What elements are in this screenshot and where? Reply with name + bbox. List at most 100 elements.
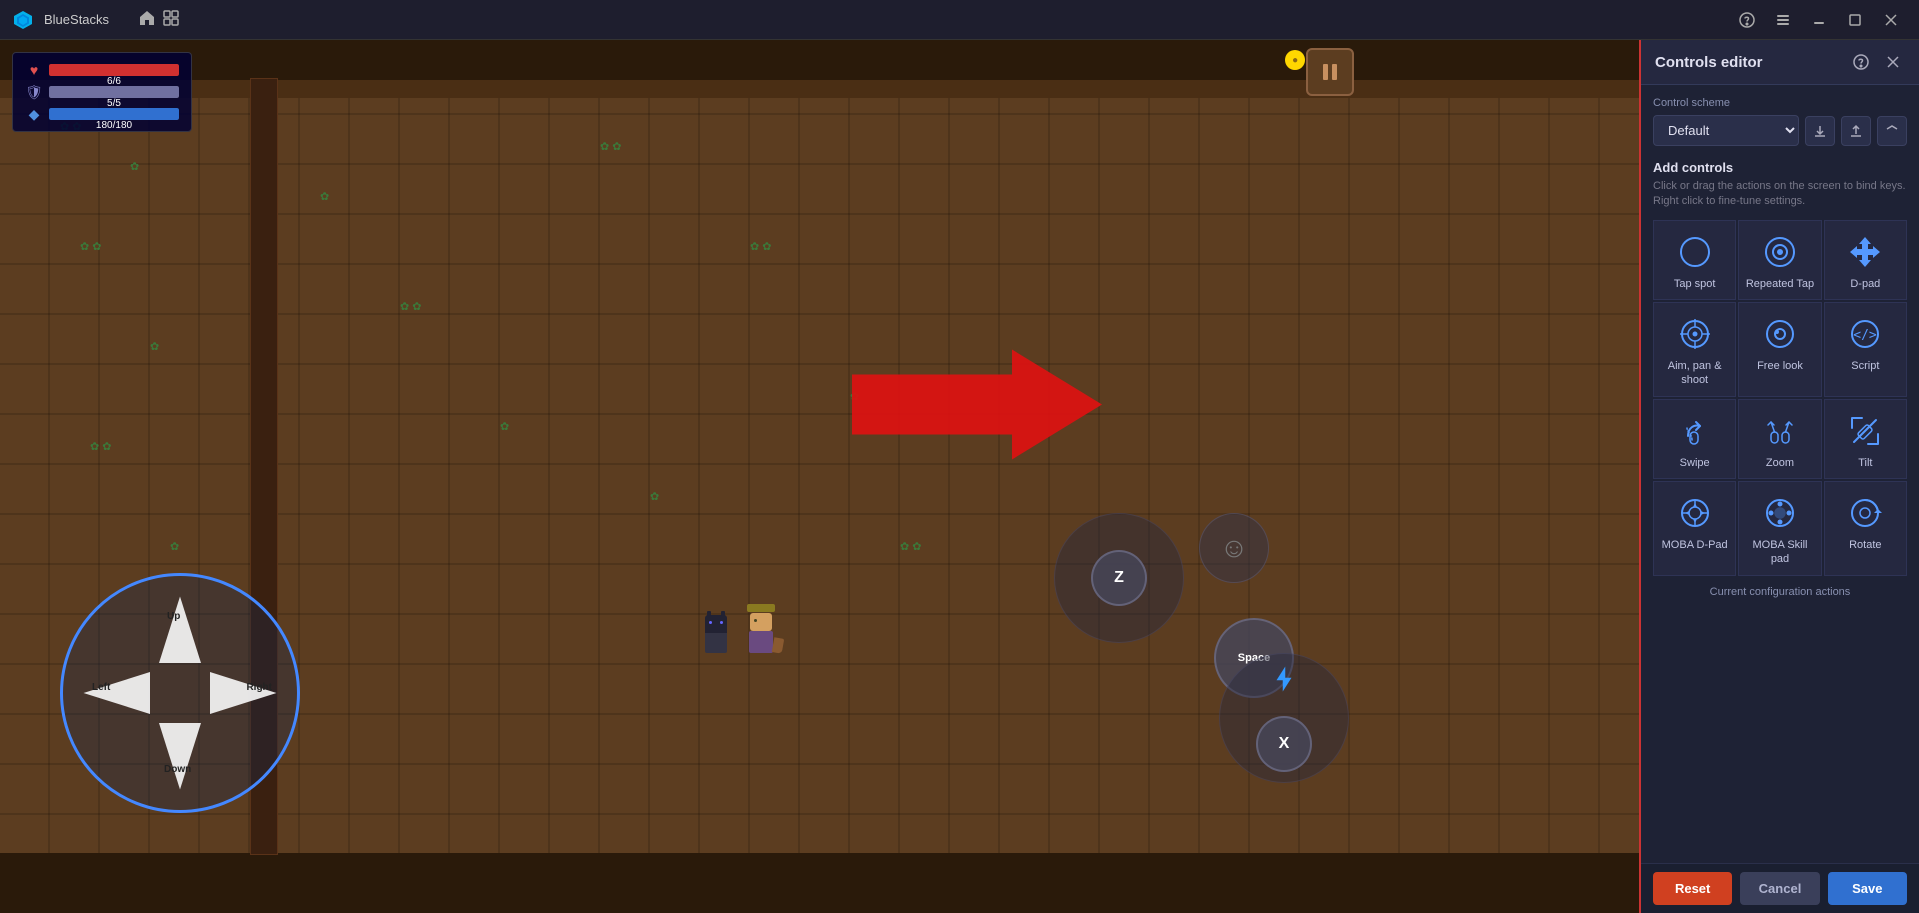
plant-4: ✿ xyxy=(150,340,159,353)
maximize-button[interactable] xyxy=(1839,4,1871,36)
title-bar: BlueStacks xyxy=(0,0,1919,40)
smiley-area[interactable]: ☺ xyxy=(1199,513,1269,583)
main-area: ✿ ✿ ✿ ✿ ✿ ✿ ✿ ✿ ✿ ✿ ✿ ✿ ✿ ✿ ✿ ✿ ✿ ✿ ✿ ✿ … xyxy=(0,40,1919,913)
mana-bar-fill xyxy=(49,108,179,120)
title-bar-left: BlueStacks xyxy=(12,9,1731,31)
controls-panel: Controls editor xyxy=(1639,40,1919,913)
dpad-control[interactable]: Up Down Left Right xyxy=(60,573,300,813)
z-button[interactable]: Z xyxy=(1091,550,1147,606)
panel-title: Controls editor xyxy=(1655,54,1763,71)
plant-7: ✿ xyxy=(320,190,329,203)
panel-header-icons xyxy=(1849,50,1905,74)
shield-bar-wrapper: 5/5 xyxy=(49,86,179,98)
tilt-icon xyxy=(1846,412,1884,450)
panel-header: Controls editor xyxy=(1641,40,1919,85)
x-button[interactable]: X xyxy=(1256,716,1312,772)
control-free-look[interactable]: Free look xyxy=(1738,302,1821,397)
gold-coin-icon: ● xyxy=(1285,50,1305,70)
expand-button[interactable] xyxy=(1877,116,1907,146)
save-button[interactable]: Save xyxy=(1828,872,1907,905)
control-moba-dpad[interactable]: MOBA D-Pad xyxy=(1653,481,1736,576)
export-button[interactable] xyxy=(1841,116,1871,146)
svg-text:</>: </> xyxy=(1854,328,1878,343)
cat-eye-r xyxy=(720,621,723,624)
close-button[interactable] xyxy=(1875,4,1907,36)
control-repeated-tap[interactable]: Repeated Tap xyxy=(1738,220,1821,300)
game-area: ✿ ✿ ✿ ✿ ✿ ✿ ✿ ✿ ✿ ✿ ✿ ✿ ✿ ✿ ✿ ✿ ✿ ✿ ✿ ✿ … xyxy=(0,40,1639,913)
hud-mana-row: ◆ 180/180 xyxy=(25,105,179,123)
add-controls-desc: Click or drag the actions on the screen … xyxy=(1653,179,1907,210)
z-outer-ring: Z xyxy=(1054,513,1184,643)
control-rotate[interactable]: Rotate xyxy=(1824,481,1907,576)
control-dpad[interactable]: D-pad xyxy=(1824,220,1907,300)
script-label: Script xyxy=(1851,359,1879,373)
red-arrow xyxy=(852,344,1102,469)
panel-close-button[interactable] xyxy=(1881,50,1905,74)
player-body xyxy=(749,631,773,653)
help-button[interactable] xyxy=(1731,4,1763,36)
swipe-icon xyxy=(1676,412,1714,450)
bluestacks-logo-icon xyxy=(12,9,34,31)
free-look-label: Free look xyxy=(1757,359,1803,373)
cat-character xyxy=(705,615,727,653)
add-controls-section: Add controls Click or drag the actions o… xyxy=(1653,160,1907,210)
hp-bar-wrapper: 6/6 xyxy=(49,64,179,76)
hud-hp-row: ♥ 6/6 xyxy=(25,61,179,79)
plant-10: ✿ ✿ xyxy=(600,140,622,153)
game-hud: ♥ 6/6 🛡 5/5 ◆ xyxy=(12,52,192,132)
z-button-area[interactable]: Z xyxy=(1054,513,1184,643)
grid-icon[interactable] xyxy=(163,10,179,29)
hp-bar-fill xyxy=(49,64,179,76)
control-tilt[interactable]: Tilt xyxy=(1824,399,1907,479)
plant-3: ✿ ✿ xyxy=(80,240,102,253)
panel-body: Control scheme Default xyxy=(1641,85,1919,863)
mana-icon: ◆ xyxy=(25,105,43,123)
x-outer-ring: X xyxy=(1219,653,1349,783)
rotate-icon xyxy=(1846,494,1884,532)
lightning-icon xyxy=(1269,664,1299,699)
menu-button[interactable] xyxy=(1767,4,1799,36)
plant-2: ✿ xyxy=(130,160,139,173)
cancel-button[interactable]: Cancel xyxy=(1740,872,1819,905)
import-button[interactable] xyxy=(1805,116,1835,146)
panel-footer: Reset Cancel Save xyxy=(1641,863,1919,913)
arrow-svg xyxy=(852,344,1102,464)
smiley-button[interactable]: ☺ xyxy=(1199,513,1269,583)
player-eye xyxy=(754,619,757,622)
characters-area xyxy=(705,604,775,653)
player-character xyxy=(747,604,775,653)
pause-button[interactable] xyxy=(1306,48,1354,96)
plant-12: ✿ ✿ xyxy=(750,240,772,253)
mana-bar-bg xyxy=(49,108,179,120)
title-bar-icons xyxy=(139,10,179,29)
zoom-label: Zoom xyxy=(1766,456,1794,470)
repeated-tap-label: Repeated Tap xyxy=(1746,277,1814,291)
control-script[interactable]: </> Script xyxy=(1824,302,1907,397)
dpad-icon xyxy=(1846,233,1884,271)
control-swipe[interactable]: Swipe xyxy=(1653,399,1736,479)
control-scheme-section: Control scheme Default xyxy=(1653,97,1907,146)
wall-top xyxy=(0,80,1639,98)
hp-bar-bg xyxy=(49,64,179,76)
shield-bar-fill xyxy=(49,86,179,98)
control-scheme-label: Control scheme xyxy=(1653,97,1907,109)
moba-dpad-icon xyxy=(1676,494,1714,532)
panel-help-button[interactable] xyxy=(1849,50,1873,74)
script-icon: </> xyxy=(1846,315,1884,353)
plant-14: ✿ ✿ xyxy=(900,540,922,553)
control-aim[interactable]: Aim, pan & shoot xyxy=(1653,302,1736,397)
minimize-button[interactable] xyxy=(1803,4,1835,36)
zoom-icon xyxy=(1761,412,1799,450)
mana-value: 180/180 xyxy=(49,120,179,132)
cat-body xyxy=(705,633,727,653)
control-tap-spot[interactable]: Tap spot xyxy=(1653,220,1736,300)
control-zoom[interactable]: Zoom xyxy=(1738,399,1821,479)
x-button-area[interactable]: X xyxy=(1219,653,1349,783)
scheme-select-dropdown[interactable]: Default xyxy=(1653,115,1799,146)
control-moba-skill[interactable]: MOBA Skill pad xyxy=(1738,481,1821,576)
home-icon[interactable] xyxy=(139,10,155,29)
reset-button[interactable]: Reset xyxy=(1653,872,1732,905)
floor-bottom xyxy=(0,853,1639,913)
plant-9: ✿ xyxy=(500,420,509,433)
rotate-label: Rotate xyxy=(1849,538,1881,552)
